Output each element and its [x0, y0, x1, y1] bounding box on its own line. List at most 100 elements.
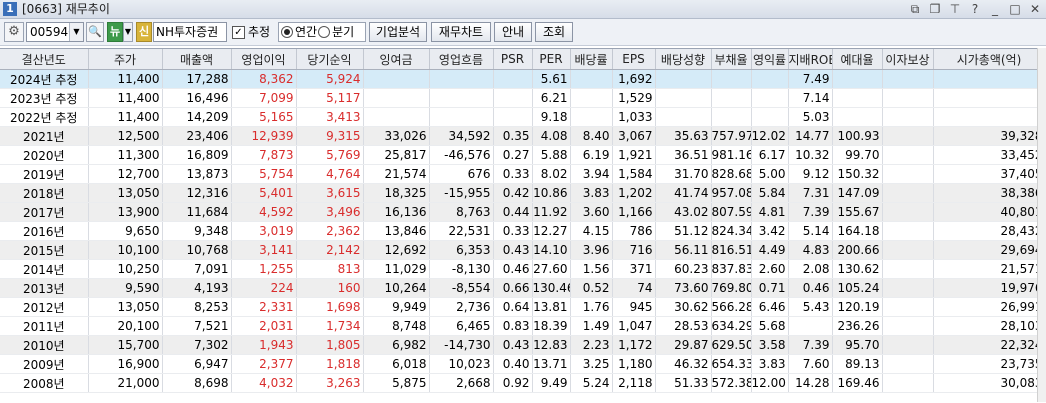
table-cell: 4,764: [296, 164, 364, 184]
table-cell: 169.46: [832, 373, 883, 393]
table-row[interactable]: 2015년 10,100 10,768 3,141 2,142 12,692 6,353 0.…: [0, 240, 1046, 260]
column-header[interactable]: 매출액: [162, 49, 232, 70]
table-row[interactable]: 2018년 13,050 12,316 5,401 3,615 18,325 -15,955…: [0, 183, 1046, 203]
estimate-checkbox[interactable]: ✓ 추정: [232, 22, 276, 42]
table-row[interactable]: 2020년 11,300 16,809 7,873 5,769 25,817 -46,576…: [0, 145, 1046, 165]
table-cell: 816.51: [711, 240, 752, 260]
news-dropdown-icon[interactable]: ▼: [123, 22, 133, 42]
company-analysis-button[interactable]: 기업분석: [369, 22, 427, 42]
column-header[interactable]: 지배ROE: [788, 49, 833, 70]
table-cell: [570, 88, 613, 108]
news-button[interactable]: 뉴: [107, 22, 123, 42]
guide-button[interactable]: 안내: [494, 22, 532, 42]
table-cell: 5.84: [751, 183, 789, 203]
table-row[interactable]: 2009년 16,900 6,947 2,377 1,818 6,018 10,023 0.4…: [0, 354, 1046, 374]
table-cell: 828.68: [711, 164, 752, 184]
radio-annual[interactable]: [281, 26, 293, 38]
table-cell: 0.83: [493, 316, 533, 336]
table-row[interactable]: 2014년 10,250 7,091 1,255 813 11,029 -8,130 0.46…: [0, 259, 1046, 279]
table-cell: [655, 107, 712, 127]
inquiry-button[interactable]: 조회: [535, 22, 573, 42]
table-cell: 10,250: [88, 259, 163, 279]
chevron-down-icon[interactable]: ▼: [69, 23, 83, 41]
table-cell: 1,180: [612, 354, 656, 374]
table-cell: 1,698: [296, 297, 364, 317]
table-row[interactable]: 2010년 15,700 7,302 1,943 1,805 6,982 -14,730 0.…: [0, 335, 1046, 355]
column-header[interactable]: 잉여금: [363, 49, 430, 70]
column-header[interactable]: 영익률: [751, 49, 789, 70]
table-row[interactable]: 2011년 20,100 7,521 2,031 1,734 8,748 6,465 0.83…: [0, 316, 1046, 336]
minimize-icon[interactable]: _: [988, 1, 1002, 17]
column-header[interactable]: 영업이익: [231, 49, 297, 70]
table-cell: 0.33: [493, 221, 533, 241]
column-header[interactable]: 영업흐름: [429, 49, 494, 70]
table-cell: 95.70: [832, 335, 883, 355]
column-header[interactable]: 당기순익: [296, 49, 364, 70]
column-header[interactable]: EPS: [612, 49, 656, 70]
radio-quarter[interactable]: [318, 26, 331, 38]
table-cell: 2,142: [296, 240, 364, 260]
table-cell: 5,769: [296, 145, 364, 165]
table-cell: 2019년: [0, 164, 89, 184]
table-cell: 13,900: [88, 202, 163, 222]
table-cell: -46,576: [429, 145, 494, 165]
table-row[interactable]: 2023년 추정 11,400 16,496 7,099 5,117 6.21 1,529 7…: [0, 88, 1046, 108]
table-cell: 0.33: [493, 164, 533, 184]
column-header[interactable]: PER: [532, 49, 571, 70]
table-cell: [832, 107, 883, 127]
link-icon[interactable]: ⧉: [908, 1, 922, 17]
table-row[interactable]: 2008년 21,000 8,698 4,032 3,263 5,875 2,668 0.92…: [0, 373, 1046, 393]
table-cell: 51.12: [655, 221, 712, 241]
table-cell: 4.08: [532, 126, 571, 146]
table-cell: 2016년: [0, 221, 89, 241]
table-row[interactable]: 2022년 추정 11,400 14,209 5,165 3,413 9.18 1,033 5…: [0, 107, 1046, 127]
table-cell: 22,324: [933, 335, 1046, 355]
table-cell: 5,117: [296, 88, 364, 108]
copy-icon[interactable]: ❐: [928, 1, 942, 17]
column-header[interactable]: 시가총액(억): [933, 49, 1046, 70]
table-cell: 12,500: [88, 126, 163, 146]
checkbox-checked-icon[interactable]: ✓: [232, 25, 245, 39]
vertical-scrollbar[interactable]: [1037, 48, 1046, 402]
table-row[interactable]: 2024년 추정 11,400 17,288 8,362 5,924 5.61 1,692 7…: [0, 69, 1046, 89]
column-header[interactable]: 결산년도: [0, 49, 89, 70]
table-cell: -8,554: [429, 278, 494, 298]
table-row[interactable]: 2017년 13,900 11,684 4,592 3,496 16,136 8,763 0.…: [0, 202, 1046, 222]
table-cell: [751, 69, 789, 89]
table-cell: 5,165: [231, 107, 297, 127]
financial-chart-button[interactable]: 재무차트: [431, 22, 491, 42]
column-header[interactable]: 배당률: [570, 49, 613, 70]
table-cell: 1,033: [612, 107, 656, 127]
table-cell: 0.46: [493, 259, 533, 279]
table-cell: 160: [296, 278, 364, 298]
pin-icon[interactable]: ⊤: [948, 1, 962, 17]
table-cell: 9.49: [532, 373, 571, 393]
table-cell: 6,353: [429, 240, 494, 260]
column-header[interactable]: 예대율: [832, 49, 883, 70]
table-cell: 3,615: [296, 183, 364, 203]
table-cell: -15,955: [429, 183, 494, 203]
table-cell: [882, 107, 934, 127]
table-row[interactable]: 2013년 9,590 4,193 224 160 10,264 -8,554 0.66 130…: [0, 278, 1046, 298]
table-cell: 18,325: [363, 183, 430, 203]
table-row[interactable]: 2012년 13,050 8,253 2,331 1,698 9,949 2,736 0.64…: [0, 297, 1046, 317]
table-row[interactable]: 2021년 12,500 23,406 12,939 9,315 33,026 34,592…: [0, 126, 1046, 146]
table-cell: 1,734: [296, 316, 364, 336]
table-cell: 1,166: [612, 202, 656, 222]
table-row[interactable]: 2016년 9,650 9,348 3,019 2,362 13,846 22,531 0.3…: [0, 221, 1046, 241]
search-icon[interactable]: 🔍: [86, 22, 104, 42]
settings-gear-icon[interactable]: ⚙: [4, 22, 24, 42]
stock-code-input[interactable]: 005940 ▼: [26, 22, 84, 42]
help-icon[interactable]: ?: [968, 1, 982, 17]
maximize-icon[interactable]: □: [1008, 1, 1022, 17]
column-header[interactable]: 주가: [88, 49, 163, 70]
table-cell: [832, 88, 883, 108]
column-header[interactable]: 배당성향: [655, 49, 712, 70]
table-cell: 2021년: [0, 126, 89, 146]
close-icon[interactable]: ✕: [1028, 1, 1042, 17]
column-header[interactable]: 이자보상: [882, 49, 934, 70]
credit-button[interactable]: 신: [136, 22, 152, 42]
column-header[interactable]: PSR: [493, 49, 533, 70]
table-row[interactable]: 2019년 12,700 13,873 5,754 4,764 21,574 676 0.33…: [0, 164, 1046, 184]
column-header[interactable]: 부채율: [711, 49, 752, 70]
